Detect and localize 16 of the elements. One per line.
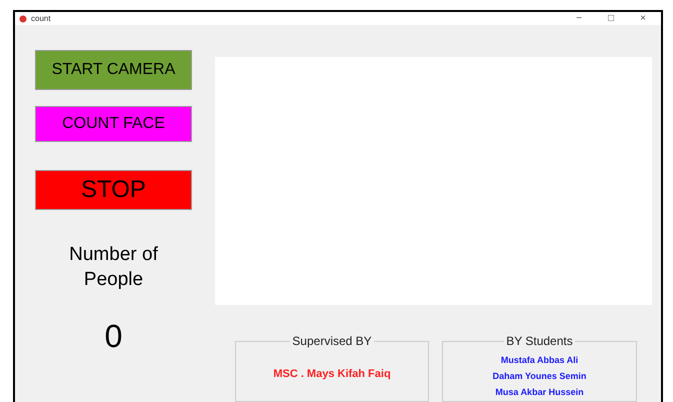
action-button[interactable]: STOP [35, 170, 192, 210]
panel-title: BY Students [505, 334, 574, 348]
student-name: Daham Younes Semin [492, 370, 586, 383]
window-control[interactable]: □ [597, 13, 625, 24]
window-title: count [31, 14, 52, 23]
app-icon [19, 14, 27, 22]
student-name: Mustafa Abbas Ali [500, 354, 578, 367]
panel-title: Supervised BY [291, 334, 373, 348]
student-name: Musa Akbar Hussein [495, 386, 584, 399]
action-button[interactable]: START CAMERA [35, 50, 192, 90]
window-control[interactable]: − [565, 13, 593, 24]
action-button[interactable]: COUNT FACE [35, 106, 192, 142]
counter-value: 0 [104, 318, 122, 355]
counter-label: Number of People [68, 243, 159, 292]
window-control[interactable]: × [629, 13, 657, 24]
supervisor-name: MSC . Mays Kifah Faiq [273, 368, 391, 380]
